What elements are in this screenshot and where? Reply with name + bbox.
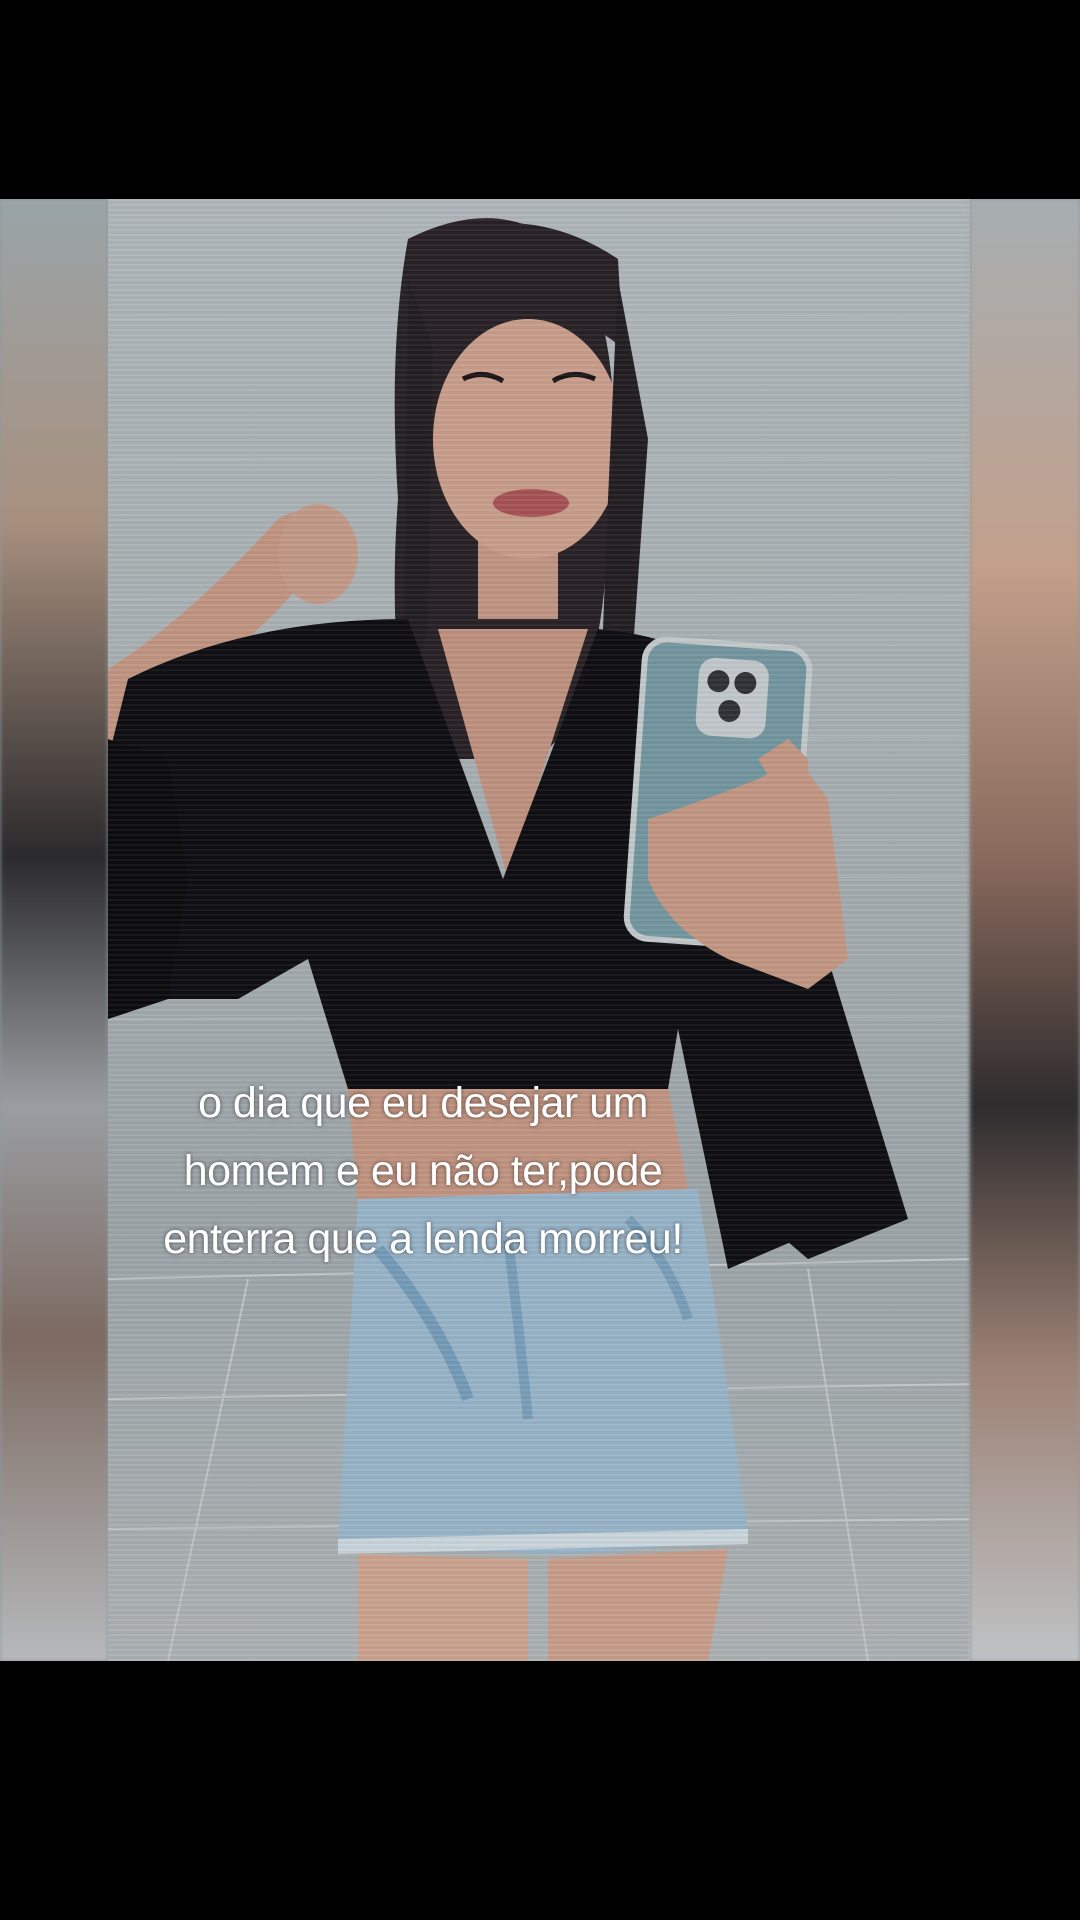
video-screen: o dia que eu desejar um homem e eu não t…: [0, 0, 1080, 1920]
photo: [108, 199, 970, 1661]
video-caption: o dia que eu desejar um homem e eu não t…: [108, 1069, 738, 1273]
letterbox-bottom: [0, 1661, 1080, 1920]
blurred-right-panel: [970, 199, 1080, 1661]
caption-line-3: enterra que a lenda morreu!: [163, 1215, 683, 1263]
video-frame[interactable]: o dia que eu desejar um homem e eu não t…: [0, 199, 1080, 1661]
caption-line-2: homem e eu não ter,pode: [183, 1147, 663, 1195]
caption-line-1: o dia que eu desejar um: [198, 1079, 648, 1127]
blurred-left-panel: [0, 199, 108, 1661]
letterbox-top: [0, 0, 1080, 199]
mirror-selfie-illustration: [108, 218, 970, 1661]
